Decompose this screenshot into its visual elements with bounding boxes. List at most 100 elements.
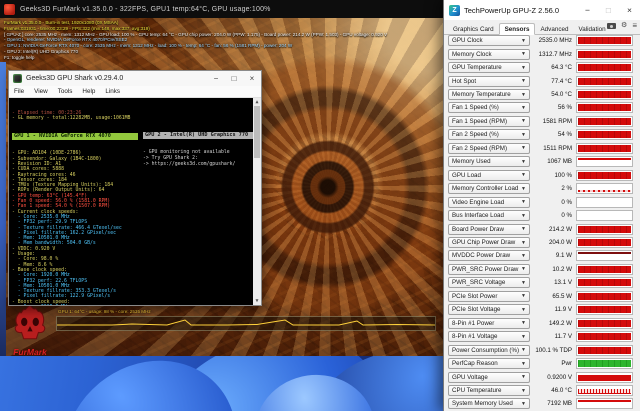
sensor-value: 54 % [530,131,576,138]
menu-item-file[interactable]: File [14,88,24,95]
gpu1-info-column: - Elapsed time: 00:23:26- GL memory - to… [12,100,138,305]
sensor-label-box[interactable]: Hot Spot▼ [448,76,530,87]
sensor-label-box[interactable]: System Memory Used▼ [448,398,530,409]
sensor-label-box[interactable]: Memory Used▼ [448,156,530,167]
minimize-button[interactable]: − [577,0,598,20]
sensor-label-box[interactable]: Memory Controller Load▼ [448,183,530,194]
tab-advanced[interactable]: Advanced [535,24,573,34]
sensor-value: 7192 MB [530,400,576,407]
menu-item-help[interactable]: Help [82,88,95,95]
dropdown-arrow-icon: ▼ [521,253,526,259]
sensor-label-box[interactable]: 8-Pin #1 Power▼ [448,318,530,329]
menu-item-tools[interactable]: Tools [58,88,73,95]
dropdown-arrow-icon: ▼ [521,145,526,151]
sensor-label: Memory Controller Load [452,185,518,192]
sensor-label-box[interactable]: 8-Pin #1 Voltage▼ [448,331,530,342]
dropdown-arrow-icon: ▼ [521,118,526,124]
gpu-shark-titlebar[interactable]: Geeks3D GPU Shark v0.29.4.0 − □ × [9,71,261,86]
scrollbar-thumb[interactable] [254,106,260,158]
sensor-value: 0.9200 V [530,374,576,381]
sensor-label-box[interactable]: Fan 2 Speed (RPM)▼ [448,143,530,154]
sensor-label: Memory Used [452,158,491,165]
minimize-button[interactable]: − [207,71,225,86]
sensor-label: Fan 1 Speed (RPM) [452,118,507,125]
sensor-label-box[interactable]: PCIe Slot Voltage ▼ [448,304,530,315]
sensor-label-box[interactable]: Board Power Draw▼ [448,224,530,235]
dropdown-arrow-icon: ▼ [521,361,526,367]
sensor-value: 1511 RPM [530,145,576,152]
sensor-label: Fan 1 Speed (%) [452,104,499,111]
sensor-value: 1312.7 MHz [530,51,576,58]
sensor-label-box[interactable]: MVDDC Power Draw▼ [448,250,530,261]
sensor-value: 2535.0 MHz [530,37,576,44]
sensor-row: PCIe Slot Power▼65.5 W [444,290,640,303]
close-button[interactable]: × [243,71,261,86]
sensor-label: Memory Clock [452,51,492,58]
dropdown-arrow-icon: ▼ [521,307,526,313]
scrollbar[interactable]: ▲ ▼ [253,98,261,305]
tab-graphics-card[interactable]: Graphics Card [448,24,499,34]
furmark-window-title: Geeks3D FurMark v1.35.0.0 - 322FPS, GPU1… [20,6,271,13]
sensor-graph [576,197,633,208]
sensor-graph [576,385,633,396]
sensor-label-box[interactable]: GPU Temperature▼ [448,62,530,73]
sensor-row: Memory Controller Load▼2 % [444,182,640,195]
furmark-gpu-status-label: GPU 1: 64°C - usage: 98 % - core: 2535 M… [58,309,151,314]
sensor-label-box[interactable]: Memory Clock▼ [448,49,530,60]
scroll-up-icon[interactable]: ▲ [253,98,261,106]
sensor-label-box[interactable]: PCIe Slot Power▼ [448,291,530,302]
sensor-label-box[interactable]: Video Engine Load▼ [448,197,530,208]
gpu-z-app-icon: Z [449,5,460,16]
sensor-label-box[interactable]: PerfCap Reason▼ [448,358,530,369]
sensor-label-box[interactable]: GPU Load▼ [448,170,530,181]
close-button[interactable]: × [619,0,640,20]
sensor-label-box[interactable]: GPU Clock▼ [448,35,530,46]
hamburger-menu-icon[interactable]: ≡ [632,22,636,30]
sensor-label: GPU Load [452,172,481,179]
sensor-value: 149.2 W [530,320,576,327]
sensor-row: System Memory Used▼7192 MB [444,397,640,410]
sensor-graph [576,49,633,60]
settings-gear-icon[interactable]: ⚙ [621,22,627,30]
gpu-shark-window: Geeks3D GPU Shark v0.29.4.0 − □ × File Vi… [8,70,262,306]
tab-validation[interactable]: Validation [573,24,610,34]
sensor-label-box[interactable]: GPU Chip Power Draw▼ [448,237,530,248]
sensor-row: Memory Clock▼1312.7 MHz [444,47,640,60]
maximize-button[interactable]: □ [225,71,243,86]
scroll-down-icon[interactable]: ▼ [253,297,261,305]
sensor-row: GPU Load▼100 % [444,169,640,182]
sensor-label-box[interactable]: Bus Interface Load▼ [448,210,530,221]
screenshot-camera-icon[interactable] [607,23,616,29]
furmark-titlebar[interactable]: Geeks3D FurMark v1.35.0.0 - 322FPS, GPU1… [0,0,443,18]
sensor-graph [576,331,633,342]
sensor-graph [576,143,633,154]
sensor-row: PCIe Slot Voltage▼11.9 V [444,303,640,316]
furmark-logo-text: FurMark [2,347,58,356]
sensor-label-box[interactable]: PWR_SRC Voltage▼ [448,277,530,288]
sensor-label: PCIe Slot Voltage [452,306,501,313]
sensor-label: PWR_SRC Power Draw [452,266,518,273]
sensor-label-box[interactable]: CPU Temperature▼ [448,385,530,396]
sensor-label-box[interactable]: Fan 1 Speed (%)▼ [448,102,530,113]
menu-item-view[interactable]: View [34,88,48,95]
sensor-value: 54.0 °C [530,91,576,98]
sensor-row: Fan 2 Speed (%)▼54 % [444,128,640,141]
gpu-z-titlebar[interactable]: Z TechPowerUp GPU-Z 2.56.0 − □ × [444,0,640,20]
sensor-label-box[interactable]: Fan 2 Speed (%)▼ [448,129,530,140]
sensor-label-box[interactable]: GPU Voltage▼ [448,372,530,383]
sensor-row: Hot Spot▼77.4 °C [444,74,640,87]
sensor-graph [576,304,633,315]
sensor-row: 8-Pin #1 Power▼149.2 W [444,317,640,330]
sensor-value: 13.1 V [530,279,576,286]
sensor-label-box[interactable]: Power Consumption (%)▼ [448,345,530,356]
sensor-graph [576,183,633,194]
sensor-row: Bus Interface Load▼0 % [444,209,640,222]
info-line: -> https://geeks3d.com/gpushark/ [143,162,253,168]
maximize-button[interactable]: □ [598,0,619,20]
sensor-label-box[interactable]: Fan 1 Speed (RPM) ▼ [448,116,530,127]
sensor-graph [576,358,633,369]
sensor-label-box[interactable]: PWR_SRC Power Draw▼ [448,264,530,275]
sensor-label-box[interactable]: Memory Temperature▼ [448,89,530,100]
dropdown-arrow-icon: ▼ [521,320,526,326]
menu-item-links[interactable]: Links [105,88,120,95]
